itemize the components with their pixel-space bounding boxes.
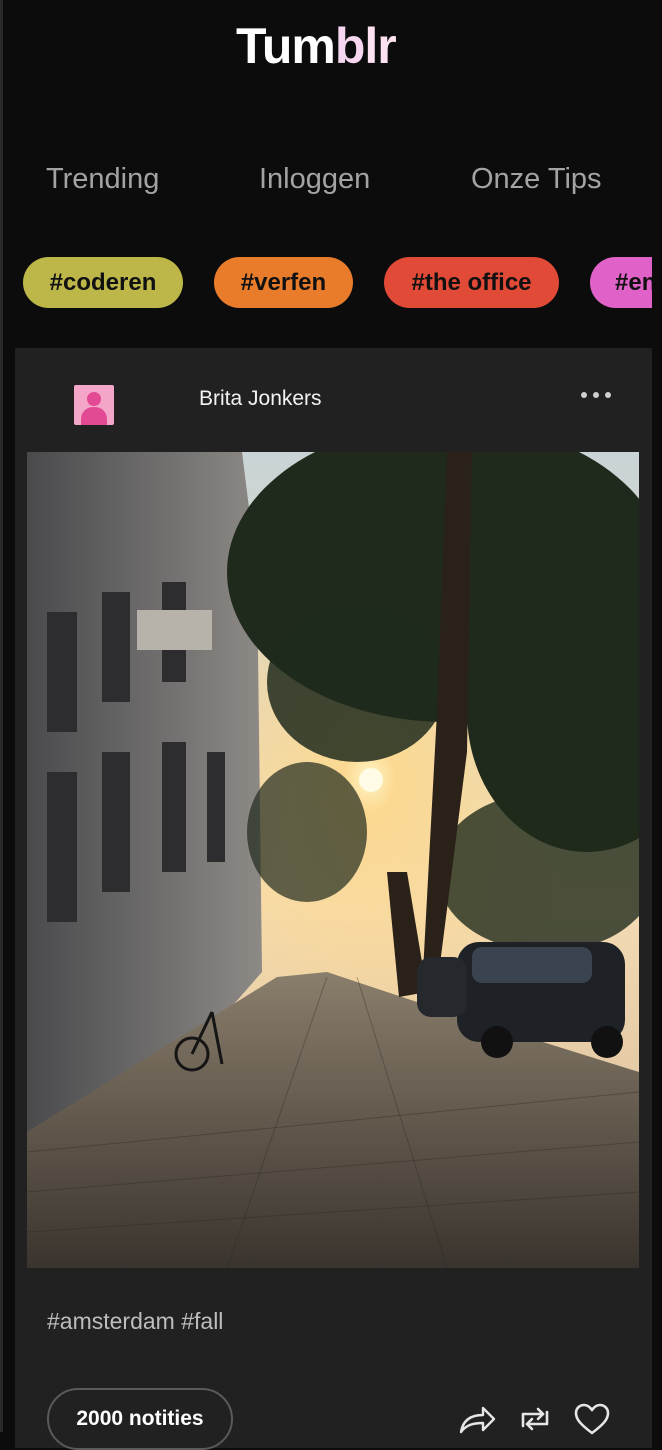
tab-trending[interactable]: Trending xyxy=(46,160,159,198)
tag-pill-the-office[interactable]: #the office xyxy=(384,257,559,308)
tab-onze-tips[interactable]: Onze Tips xyxy=(471,160,602,198)
avatar-icon[interactable] xyxy=(74,385,114,425)
post-hashtags[interactable]: #amsterdam #fall xyxy=(47,1306,223,1336)
tag-pill-coderen[interactable]: #coderen xyxy=(23,257,183,308)
like-heart-icon[interactable] xyxy=(572,1402,612,1436)
tag-pill-verfen[interactable]: #verfen xyxy=(214,257,353,308)
app-header: Tumblr xyxy=(0,0,662,100)
nav-tabs: Trending Inloggen Onze Tips xyxy=(0,160,662,200)
more-dot xyxy=(593,392,599,398)
post-photo[interactable] xyxy=(27,452,639,1268)
post-author[interactable]: Brita Jonkers xyxy=(199,386,322,412)
avatar-head xyxy=(87,392,101,406)
tumblr-logo[interactable]: Tumblr xyxy=(236,18,397,74)
tab-inloggen[interactable]: Inloggen xyxy=(259,160,370,198)
reblog-icon[interactable] xyxy=(515,1402,555,1436)
logo-part-1: Tum xyxy=(236,18,336,74)
notes-button[interactable]: 2000 notities xyxy=(47,1388,233,1450)
tag-pill-partial[interactable]: #en xyxy=(590,257,652,308)
window-edge xyxy=(0,0,3,1432)
more-dot xyxy=(581,392,587,398)
tag-row: #coderen #verfen #the office #en xyxy=(0,257,652,309)
post-card: Brita Jonkers #amsterdam #fall 2000 noti… xyxy=(15,348,652,1450)
street-scene-image xyxy=(27,452,639,1268)
avatar-body xyxy=(81,407,107,425)
balcony xyxy=(137,610,212,650)
logo-part-2: b xyxy=(334,18,366,74)
more-options-icon[interactable] xyxy=(581,386,621,404)
share-icon[interactable] xyxy=(457,1402,497,1436)
sun xyxy=(359,768,383,792)
logo-part-3: lr xyxy=(364,18,396,74)
more-dot xyxy=(605,392,611,398)
